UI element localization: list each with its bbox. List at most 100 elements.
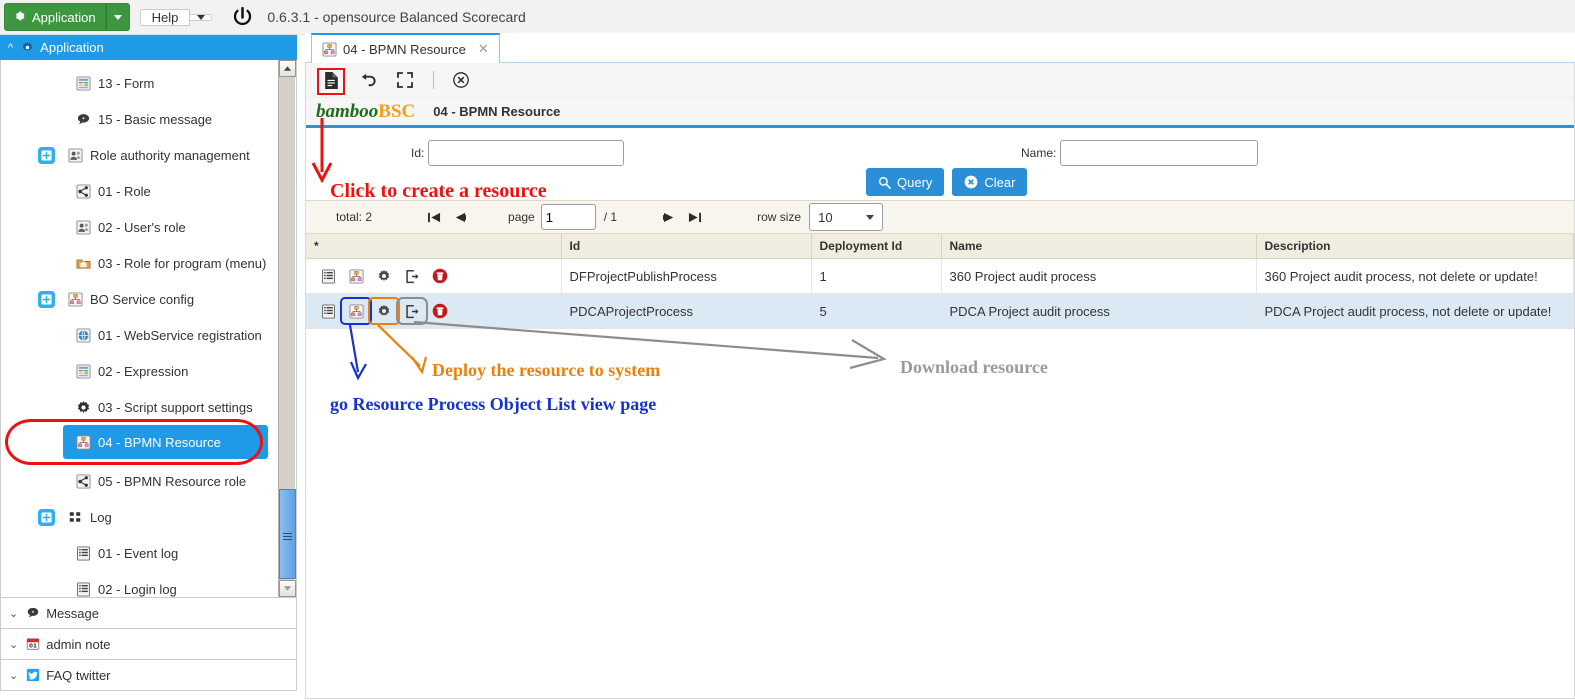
row-size-value: 10 xyxy=(818,209,833,225)
pagination-bar: total: 2 page / 1 row xyxy=(306,200,1574,234)
panel-toolbar xyxy=(306,63,1574,98)
query-button[interactable]: Query xyxy=(866,168,945,196)
sitemap-icon xyxy=(322,41,337,57)
sidebar-item-02-users-role[interactable]: 02 - User's role xyxy=(1,209,296,245)
delete-icon[interactable] xyxy=(426,299,454,323)
row-size-select[interactable]: 10 xyxy=(809,203,884,231)
chevron-down-icon xyxy=(113,14,122,20)
sidebar-item-03-script-support-settings[interactable]: 03 - Script support settings xyxy=(1,389,296,425)
chevron-down-icon: ⌄ xyxy=(9,638,19,651)
plus-box-icon[interactable] xyxy=(27,290,65,309)
gear-icon xyxy=(21,41,34,54)
row-action-group xyxy=(314,264,553,288)
chevron-up-icon: ^ xyxy=(8,41,14,54)
plus-box-icon[interactable] xyxy=(27,508,65,527)
close-circle-icon xyxy=(964,175,978,189)
sidebar-item-03-role-for-program[interactable]: 03 - Role for program (menu) xyxy=(1,245,296,281)
sidebar-item-04-bpmn-resource[interactable]: 04 - BPMN Resource xyxy=(63,425,268,459)
sidebar-scrollbar[interactable] xyxy=(278,60,296,597)
plus-box-icon[interactable] xyxy=(27,146,65,165)
tab-04-bpmn-resource[interactable]: 04 - BPMN Resource ✕ xyxy=(311,33,500,63)
scroll-down-button[interactable] xyxy=(279,580,296,597)
sidebar-footer-faq-twitter[interactable]: ⌄ FAQ twitter xyxy=(0,660,297,691)
sidebar-footer-label: admin note xyxy=(46,636,111,652)
page-input[interactable] xyxy=(540,204,596,230)
scrollbar-grip-icon xyxy=(283,531,292,540)
cell-description: PDCA Project audit process, not delete o… xyxy=(1256,293,1574,329)
scroll-up-button[interactable] xyxy=(279,60,296,77)
gear-icon xyxy=(12,9,26,26)
close-icon[interactable]: ✕ xyxy=(478,41,489,57)
last-page-button[interactable] xyxy=(687,211,702,224)
download-icon[interactable] xyxy=(398,264,426,288)
table-header-description: Description xyxy=(1256,234,1574,259)
application-button[interactable]: Application xyxy=(4,3,106,31)
sidebar-item-01-event-log[interactable]: 01 - Event log xyxy=(1,535,296,571)
folder-icon xyxy=(73,256,93,271)
table-row[interactable]: DFProjectPublishProcess 1 360 Project au… xyxy=(306,258,1574,294)
deploy-icon[interactable] xyxy=(368,297,400,325)
download-icon[interactable] xyxy=(396,297,428,325)
deploy-icon[interactable] xyxy=(370,264,398,288)
forward-nav-group xyxy=(657,211,707,224)
expand-icon xyxy=(397,72,413,88)
process-object-icon[interactable] xyxy=(342,264,370,288)
sidebar-footer-label: Message xyxy=(46,605,99,621)
name-input[interactable] xyxy=(1060,140,1259,166)
sidebar-item-02-login-log[interactable]: 02 - Login log xyxy=(1,571,296,597)
users-icon xyxy=(73,219,93,235)
sidebar-item-05-bpmn-resource-role[interactable]: 05 - BPMN Resource role xyxy=(1,463,296,499)
chevron-down-icon: ⌄ xyxy=(9,669,19,682)
expand-button[interactable] xyxy=(390,67,420,93)
table-header-name: Name xyxy=(941,234,1257,259)
chevron-down-icon xyxy=(283,586,292,591)
close-panel-button[interactable] xyxy=(446,67,476,93)
name-field-group: Name: xyxy=(1021,140,1259,166)
calendar-icon: 01 xyxy=(26,637,40,651)
scrollbar-thumb[interactable] xyxy=(279,489,296,579)
process-object-icon[interactable] xyxy=(340,297,372,325)
new-document-button[interactable] xyxy=(316,67,346,93)
undo-button[interactable] xyxy=(353,67,383,93)
sidebar-group-bo-service-config[interactable]: BO Service config xyxy=(1,281,296,317)
sitemap-icon xyxy=(65,291,85,307)
bamboo-bsc-logo: bambooBSC xyxy=(316,101,415,123)
sidebar-item-02-expression[interactable]: 02 - Expression xyxy=(1,353,296,389)
next-page-button[interactable] xyxy=(662,211,677,224)
application-dropdown-toggle[interactable] xyxy=(105,3,130,31)
id-input[interactable] xyxy=(428,140,625,166)
sidebar-selected-wrapper: 04 - BPMN Resource xyxy=(1,419,296,465)
sidebar-group-role-authority-management[interactable]: Role authority management xyxy=(1,137,296,173)
id-field-group: Id: xyxy=(411,140,625,166)
help-button[interactable]: Help xyxy=(139,8,191,26)
next-page-icon xyxy=(663,212,674,222)
list-view-icon[interactable] xyxy=(314,299,342,323)
first-page-button[interactable] xyxy=(427,211,442,224)
help-dropdown-toggle[interactable] xyxy=(190,13,213,21)
sidebar-group-log[interactable]: Log xyxy=(1,499,296,535)
sidebar-item-15-basic-message[interactable]: 15 - Basic message xyxy=(1,101,296,137)
cell-deployment-id: 1 xyxy=(811,258,942,294)
sidebar-item-label: 02 - Login log xyxy=(98,581,177,597)
prev-page-button[interactable] xyxy=(452,211,467,224)
sidebar-item-13-form[interactable]: 13 - Form xyxy=(1,65,296,101)
top-bar: Application Help 0.6.3.1 - opensource Ba… xyxy=(0,0,1575,35)
table-header-id: Id xyxy=(561,234,812,259)
name-label: Name: xyxy=(1021,146,1057,160)
delete-icon[interactable] xyxy=(426,264,454,288)
list-view-icon[interactable] xyxy=(314,264,342,288)
document-icon xyxy=(324,71,338,89)
sidebar-footer-message[interactable]: ⌄ Message xyxy=(0,598,297,629)
sidebar-footer-admin-note[interactable]: ⌄ 01 admin note xyxy=(0,629,297,660)
close-circle-icon xyxy=(453,72,469,88)
clear-button[interactable]: Clear xyxy=(952,168,1028,196)
sidebar-item-01-role[interactable]: 01 - Role xyxy=(1,173,296,209)
sidebar-item-label: 02 - Expression xyxy=(98,363,189,379)
toolbar-separator xyxy=(433,71,434,89)
table-row[interactable]: PDCAProjectProcess 5 PDCA Project audit … xyxy=(306,293,1574,329)
sidebar-item-label: 15 - Basic message xyxy=(98,111,213,127)
logout-power-button[interactable] xyxy=(230,5,255,30)
sidebar-header-application[interactable]: ^ Application xyxy=(0,35,297,60)
sidebar: ^ Application 13 - Form 15 - Basic messa… xyxy=(0,35,297,700)
sidebar-item-01-webservice-registration[interactable]: 01 - WebService registration xyxy=(1,317,296,353)
